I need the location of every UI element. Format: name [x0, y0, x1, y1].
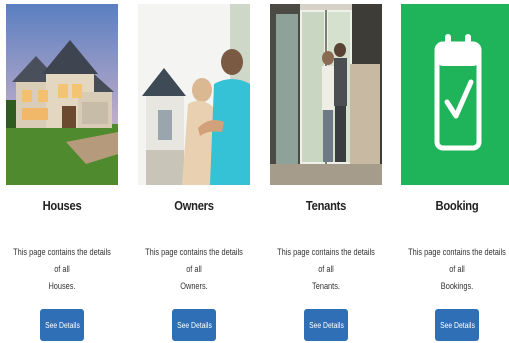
- button-label: See Details: [176, 320, 212, 330]
- card-description: This page contains the details of all Ow…: [143, 244, 245, 295]
- card-title: Booking: [435, 198, 479, 213]
- card-tenants: Tenants This page contains the details o…: [270, 4, 382, 343]
- description-line: This page contains the details of all: [145, 247, 243, 274]
- card-description: This page contains the details of all Ho…: [11, 244, 113, 295]
- description-line: Houses.: [48, 281, 76, 291]
- description-line: This page contains the details of all: [408, 247, 506, 274]
- description-line: Bookings.: [440, 281, 474, 291]
- card-title: Tenants: [305, 198, 347, 213]
- card-owners: Owners This page contains the details of…: [138, 4, 250, 343]
- card-title: Owners: [174, 198, 214, 213]
- see-details-owners-button[interactable]: See Details: [172, 309, 216, 341]
- house-photo: [6, 4, 118, 185]
- description-line: This page contains the details of all: [277, 247, 375, 274]
- description-line: Owners.: [180, 281, 208, 291]
- card-description: This page contains the details of all Bo…: [406, 244, 508, 295]
- button-label: See Details: [308, 320, 344, 330]
- button-label: See Details: [439, 320, 475, 330]
- card-description: This page contains the details of all Te…: [275, 244, 377, 295]
- card-title: Houses: [42, 198, 82, 213]
- description-line: Tenants.: [312, 281, 340, 291]
- booking-image: [401, 4, 509, 185]
- see-details-booking-button[interactable]: See Details: [435, 309, 479, 341]
- description-line: This page contains the details of all: [13, 247, 111, 274]
- owners-photo: [138, 4, 250, 185]
- card-houses: Houses This page contains the details of…: [6, 4, 118, 343]
- card-grid: Houses This page contains the details of…: [0, 0, 509, 343]
- card-booking: Booking This page contains the details o…: [401, 4, 509, 343]
- see-details-tenants-button[interactable]: See Details: [304, 309, 348, 341]
- see-details-houses-button[interactable]: See Details: [40, 309, 84, 341]
- tenants-photo: [270, 4, 382, 185]
- button-label: See Details: [44, 320, 80, 330]
